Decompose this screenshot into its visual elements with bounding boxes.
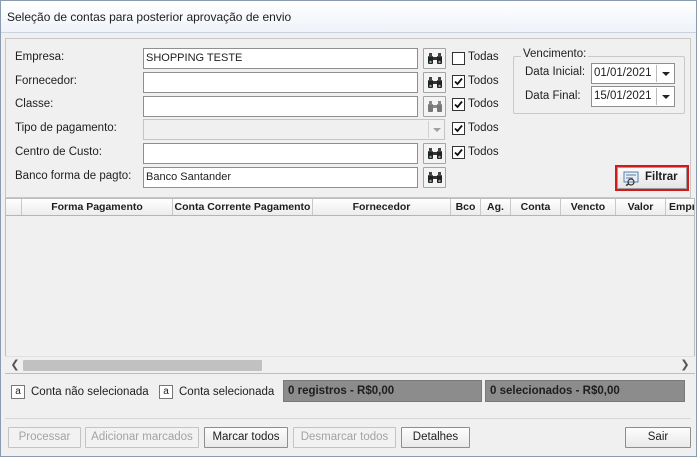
banco-forma-input[interactable]: Banco Santander <box>143 167 418 188</box>
grid-header: Forma Pagamento Conta Corrente Pagamento… <box>6 199 694 216</box>
col-forma-pagamento[interactable]: Forma Pagamento <box>22 199 173 215</box>
filtrar-button[interactable]: Filtrar <box>617 167 687 189</box>
binoculars-icon <box>428 77 442 88</box>
tipo-pagamento-label: Tipo de pagamento: <box>15 122 117 134</box>
classe-todos-checkbox[interactable] <box>452 98 465 111</box>
legend-nao-selecionada-label: Conta não selecionada <box>31 386 149 398</box>
scroll-right-icon[interactable]: ❯ <box>677 357 693 373</box>
grid-horizontal-scrollbar[interactable]: ❮ ❯ <box>5 356 695 373</box>
data-final-value: 15/01/2021 <box>594 90 652 102</box>
data-inicial-picker[interactable]: 01/01/2021 <box>591 63 675 84</box>
centro-custo-search-button[interactable] <box>423 143 446 164</box>
fornecedor-todos-checkbox[interactable] <box>452 75 465 88</box>
binoculars-icon <box>428 148 442 159</box>
empresa-todas-label: Todas <box>468 51 499 63</box>
filtrar-label: Filtrar <box>645 171 678 183</box>
classe-search-button[interactable] <box>423 96 446 117</box>
checkmark-icon <box>454 77 463 86</box>
filter-icon <box>623 171 639 186</box>
banco-forma-label: Banco forma de pagto: <box>15 170 132 182</box>
binoculars-icon <box>428 101 442 112</box>
chevron-down-icon[interactable] <box>428 121 443 138</box>
data-inicial-value: 01/01/2021 <box>594 67 652 79</box>
col-valor[interactable]: Valor <box>616 199 666 215</box>
chevron-down-icon[interactable] <box>656 88 673 105</box>
status-registros: 0 registros - R$0,00 <box>283 380 482 402</box>
col-conta[interactable]: Conta <box>511 199 561 215</box>
scroll-left-icon[interactable]: ❮ <box>7 357 23 373</box>
scrollbar-thumb[interactable] <box>23 360 262 371</box>
footer-separator <box>5 418 691 419</box>
fornecedor-todos-label: Todos <box>468 75 499 87</box>
data-final-picker[interactable]: 15/01/2021 <box>591 86 675 107</box>
accounts-grid[interactable]: Forma Pagamento Conta Corrente Pagamento… <box>5 198 695 374</box>
legend-nao-selecionada-swatch: a <box>11 385 25 399</box>
chevron-down-icon[interactable] <box>656 65 673 82</box>
marcar-todos-button[interactable]: Marcar todos <box>204 427 288 448</box>
checkmark-icon <box>454 148 463 157</box>
col-bco[interactable]: Bco <box>451 199 481 215</box>
checkmark-icon <box>454 100 463 109</box>
empresa-label: Empresa: <box>15 51 65 63</box>
col-ag[interactable]: Ag. <box>481 199 511 215</box>
checkmark-icon <box>454 124 463 133</box>
data-inicial-label: Data Inicial: <box>525 66 586 78</box>
col-vencto[interactable]: Vencto <box>561 199 616 215</box>
centro-custo-label: Centro de Custo: <box>15 146 102 158</box>
col-conta-corrente[interactable]: Conta Corrente Pagamento <box>173 199 313 215</box>
fornecedor-input[interactable] <box>143 72 418 93</box>
centro-custo-todos-label: Todos <box>468 146 499 158</box>
centro-custo-input[interactable] <box>143 143 418 164</box>
grid-header-indicator <box>6 199 22 215</box>
tipo-pagamento-select[interactable] <box>143 119 445 140</box>
empresa-search-button[interactable] <box>423 48 446 69</box>
empresa-todas-checkbox[interactable] <box>452 52 465 65</box>
col-fornecedor[interactable]: Fornecedor <box>313 199 451 215</box>
col-empr[interactable]: Empr <box>666 199 694 215</box>
binoculars-icon <box>428 53 442 64</box>
data-final-label: Data Final: <box>525 90 581 102</box>
window-title: Seleção de contas para posterior aprovaç… <box>1 1 696 33</box>
desmarcar-todos-button[interactable]: Desmarcar todos <box>293 427 396 448</box>
tipo-pagamento-todos-checkbox[interactable] <box>452 122 465 135</box>
detalhes-button[interactable]: Detalhes <box>401 427 470 448</box>
banco-forma-search-button[interactable] <box>423 167 446 188</box>
fornecedor-search-button[interactable] <box>423 72 446 93</box>
empresa-input[interactable]: SHOPPING TESTE <box>143 48 418 69</box>
status-selecionados: 0 selecionados - R$0,00 <box>485 380 685 402</box>
classe-input[interactable] <box>143 96 418 117</box>
vencimento-title: Vencimento: <box>521 48 589 60</box>
centro-custo-todos-checkbox[interactable] <box>452 146 465 159</box>
adicionar-marcados-button[interactable]: Adicionar marcados <box>85 427 199 448</box>
binoculars-icon <box>428 172 442 183</box>
tipo-pagamento-todos-label: Todos <box>468 122 499 134</box>
processar-button[interactable]: Processar <box>8 427 81 448</box>
fornecedor-label: Fornecedor: <box>15 75 78 87</box>
legend-selecionada-label: Conta selecionada <box>179 386 275 398</box>
classe-todos-label: Todos <box>468 98 499 110</box>
legend-selecionada-swatch: a <box>159 385 173 399</box>
sair-button[interactable]: Sair <box>625 427 691 448</box>
classe-label: Classe: <box>15 98 54 110</box>
